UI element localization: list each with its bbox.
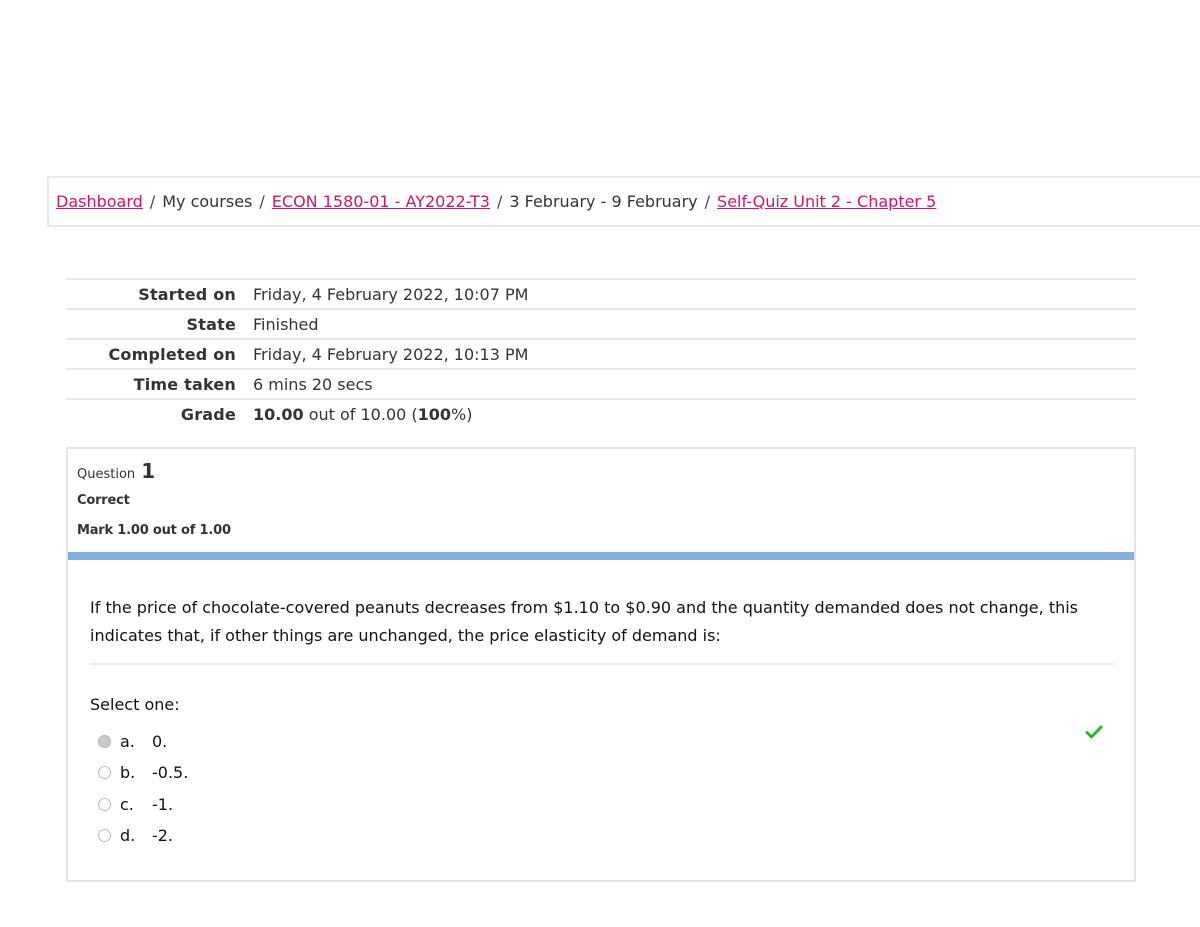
option-letter: c. bbox=[120, 794, 134, 814]
summary-row-started: Started on Friday, 4 February 2022, 10:0… bbox=[66, 279, 1136, 309]
breadcrumb-quiz-link[interactable]: Self-Quiz Unit 2 - Chapter 5 bbox=[717, 192, 936, 211]
summary-row-grade: Grade 10.00 out of 10.00 (100%) bbox=[66, 399, 1136, 429]
answer-option-b[interactable]: b. -0.5. bbox=[98, 757, 188, 788]
option-letter: d. bbox=[120, 826, 136, 846]
radio-option-d[interactable] bbox=[98, 829, 111, 843]
breadcrumb-separator: / bbox=[259, 192, 265, 211]
summary-row-time: Time taken 6 mins 20 secs bbox=[66, 369, 1136, 399]
option-value: -1. bbox=[152, 794, 174, 814]
started-on-label: Started on bbox=[138, 284, 236, 304]
completed-on-label: Completed on bbox=[108, 344, 236, 364]
option-value: 0. bbox=[152, 732, 168, 752]
radio-option-b[interactable] bbox=[98, 766, 111, 780]
option-letter: a. bbox=[120, 732, 135, 752]
question-box: Question 1 Correct Mark 1.00 out of 1.00… bbox=[66, 447, 1136, 882]
question-info: Question 1 Correct Mark 1.00 out of 1.00 bbox=[77, 459, 231, 538]
question-content-band bbox=[68, 552, 1134, 560]
select-one-label: Select one: bbox=[90, 695, 180, 714]
breadcrumb-separator: / bbox=[704, 192, 711, 211]
grade-percent: 100 bbox=[417, 405, 452, 424]
check-icon bbox=[1085, 725, 1103, 739]
option-value: -2. bbox=[152, 826, 174, 846]
started-on-value: Friday, 4 February 2022, 10:07 PM bbox=[253, 284, 529, 304]
completed-on-value: Friday, 4 February 2022, 10:13 PM bbox=[253, 344, 529, 364]
question-number-value: 1 bbox=[141, 459, 156, 483]
answer-option-c[interactable]: c. -1. bbox=[98, 789, 188, 820]
breadcrumb: Dashboard / My courses / ECON 1580-01 - AY20… bbox=[56, 192, 936, 211]
question-prefix: Question bbox=[77, 467, 136, 482]
question-number: Question 1 bbox=[77, 459, 231, 483]
breadcrumb-week: 3 February - 9 February bbox=[509, 192, 698, 211]
breadcrumb-separator: / bbox=[149, 192, 156, 211]
radio-option-a[interactable] bbox=[98, 735, 111, 749]
summary-row-state: State Finished bbox=[66, 309, 1136, 339]
state-label: State bbox=[186, 314, 236, 334]
grade-value: 10.00 out of 10.00 (100%) bbox=[245, 399, 1136, 429]
breadcrumb-dashboard-link[interactable]: Dashboard bbox=[56, 192, 143, 211]
option-value: -0.5. bbox=[152, 763, 189, 783]
state-value: Finished bbox=[253, 314, 319, 334]
answer-option-d[interactable]: d. -2. bbox=[98, 820, 188, 851]
time-taken-label: Time taken bbox=[133, 374, 236, 394]
grade-percent-end: %) bbox=[451, 405, 473, 424]
summary-row-completed: Completed on Friday, 4 February 2022, 10… bbox=[66, 339, 1136, 369]
breadcrumb-bar: Dashboard / My courses / ECON 1580-01 - AY20… bbox=[47, 176, 1200, 227]
time-taken-value: 6 mins 20 secs bbox=[253, 374, 373, 394]
grade-label: Grade bbox=[180, 405, 236, 424]
grade-score: 10.00 bbox=[253, 405, 304, 424]
question-text: If the price of chocolate-covered peanut… bbox=[90, 598, 1079, 645]
breadcrumb-course-link[interactable]: ECON 1580-01 - AY2022-T3 bbox=[272, 192, 490, 211]
grade-out-of: out of 10.00 ( bbox=[308, 405, 418, 424]
attempt-summary-table: Started on Friday, 4 February 2022, 10:0… bbox=[66, 278, 1136, 429]
option-letter: b. bbox=[120, 763, 136, 783]
question-mark: Mark 1.00 out of 1.00 bbox=[77, 523, 231, 538]
breadcrumb-separator: / bbox=[496, 192, 503, 211]
question-state: Correct bbox=[77, 493, 130, 508]
answer-options: a. 0. b. -0.5. c. -1. d. -2. bbox=[98, 726, 188, 851]
question-divider bbox=[90, 663, 1114, 665]
breadcrumb-my-courses: My courses bbox=[162, 192, 253, 211]
answer-option-a[interactable]: a. 0. bbox=[98, 726, 188, 757]
radio-option-c[interactable] bbox=[98, 797, 111, 811]
